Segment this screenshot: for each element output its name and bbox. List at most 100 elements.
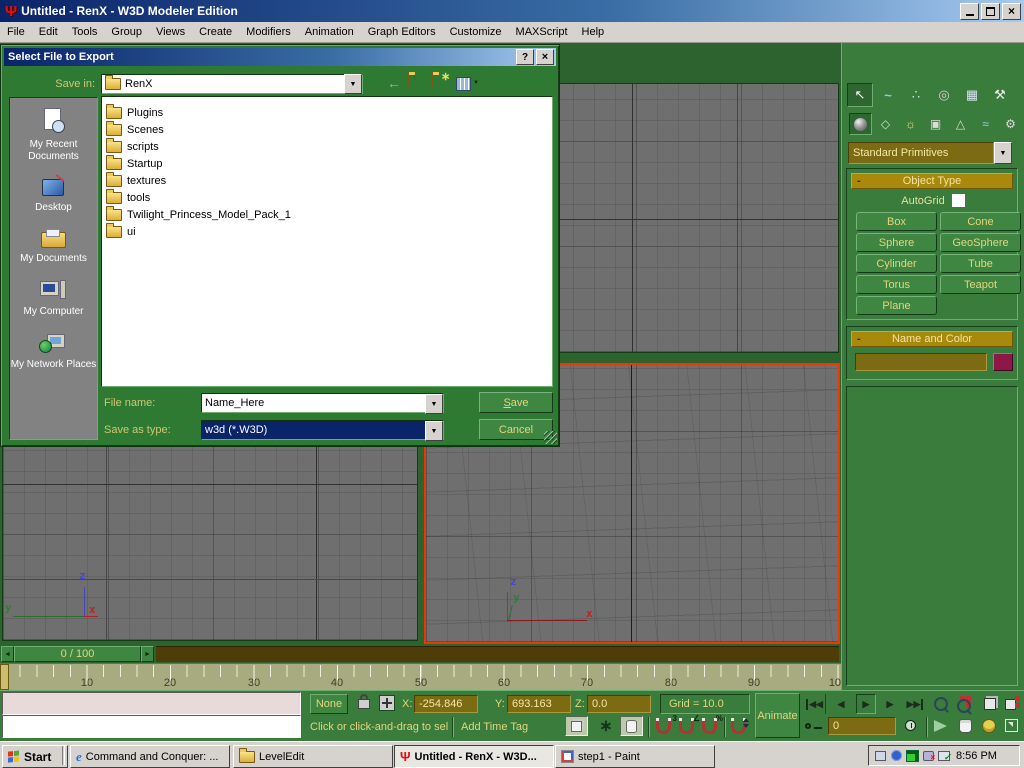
zoom-extents-all-icon[interactable] [1004,695,1023,715]
taskbar-item-ie[interactable]: e Command and Conquer: ... [70,745,230,768]
menu-animation[interactable]: Animation [298,24,361,40]
x-coord-field[interactable]: -254.846 [414,695,478,713]
snap-toggle-3d-icon[interactable]: 3 [655,718,675,736]
tab-display[interactable]: ▦ [959,83,985,107]
z-coord-field[interactable]: 0.0 [587,695,651,713]
zoom-extents-icon[interactable] [981,695,1001,715]
button-torus[interactable]: Torus [856,275,937,294]
primitive-category-arrow[interactable]: ▼ [994,142,1012,164]
file-list[interactable]: Plugins Scenes scripts Startup textures … [101,96,553,387]
file-list-item[interactable]: tools [102,189,552,206]
zoom-all-icon[interactable] [956,695,976,715]
new-folder-button[interactable]: ∗ [432,75,452,91]
time-slider-track[interactable] [156,646,839,662]
updates-icon[interactable]: ✓ [937,749,951,762]
selection-lock-icon[interactable] [356,693,372,713]
category-spacewarps[interactable]: ≈ [974,113,997,135]
object-type-header[interactable]: - Object Type [851,173,1013,189]
maxscript-mini-listener-white[interactable] [2,715,301,738]
menu-maxscript[interactable]: MAXScript [509,24,575,40]
category-shapes[interactable]: ◇ [874,113,897,135]
file-list-item[interactable]: textures [102,172,552,189]
menu-create[interactable]: Create [192,24,239,40]
offline-users-icon[interactable]: × [921,749,935,762]
place-my-network[interactable]: My Network Places [11,332,97,371]
affect-region-icon[interactable]: ∗ [596,716,616,736]
view-menu-button[interactable]: ▼ [456,75,482,91]
back-button[interactable]: ← [385,74,403,92]
network-activity-icon[interactable] [905,749,919,762]
y-coord-field[interactable]: 693.163 [507,695,571,713]
place-my-computer[interactable]: My Computer [23,279,83,318]
save-as-type-combobox[interactable]: w3d (*.W3D) ▼ [201,420,444,440]
pan-hand-icon[interactable] [956,717,976,737]
category-helpers[interactable]: △ [949,113,972,135]
set-key-icon[interactable] [804,717,824,737]
menu-file[interactable]: File [0,24,32,40]
angle-snap-icon[interactable]: ∠ [678,718,698,736]
absolute-mode-icon[interactable] [379,695,395,711]
time-configuration-icon[interactable] [902,717,922,737]
button-geosphere[interactable]: GeoSphere [940,233,1021,252]
save-as-type-dropdown-arrow[interactable]: ▼ [425,421,443,441]
menu-group[interactable]: Group [104,24,149,40]
current-frame-field[interactable]: 0 [828,717,896,735]
tab-hierarchy[interactable]: ∴ [903,83,929,107]
autogrid-checkbox[interactable] [952,194,965,207]
tab-modify[interactable]: ~ [875,83,901,107]
next-frame-button[interactable]: ▶ [880,694,900,714]
restore-button[interactable] [981,3,1000,20]
tab-utilities[interactable]: ⚒ [987,83,1013,107]
primitive-category-dropdown[interactable]: Standard Primitives ▼ [848,142,1012,162]
category-cameras[interactable]: ▣ [924,113,947,135]
taskbar-item-paint[interactable]: step1 - Paint [555,745,715,768]
menu-graph-editors[interactable]: Graph Editors [361,24,443,40]
globe-icon[interactable] [889,749,903,762]
file-name-input[interactable] [202,394,425,412]
go-to-end-button[interactable]: ▶▶ [904,694,926,714]
percent-snap-icon[interactable]: % [701,718,721,736]
minimize-button[interactable] [960,3,979,20]
file-list-item[interactable]: Startup [102,155,552,172]
object-name-field[interactable] [855,353,987,371]
close-button[interactable]: × [1002,3,1021,20]
file-list-item[interactable]: Twilight_Princess_Model_Pack_1 [102,206,552,223]
add-time-tag-button[interactable]: Add Time Tag [461,721,528,733]
cancel-button[interactable]: Cancel [479,419,553,440]
taskbar-item-renx-active[interactable]: Ψ Untitled - RenX - W3D... [394,745,554,768]
button-tube[interactable]: Tube [940,254,1021,273]
menu-edit[interactable]: Edit [32,24,65,40]
time-slider-left-button[interactable]: ◄ [1,646,14,662]
file-list-item[interactable]: scripts [102,138,552,155]
menu-views[interactable]: Views [149,24,192,40]
dialog-resize-grip[interactable] [544,431,557,444]
tab-motion[interactable]: ◎ [931,83,957,107]
file-list-item[interactable]: Scenes [102,121,552,138]
save-in-combobox[interactable]: RenX ▼ [101,74,363,94]
start-button[interactable]: Start [2,745,68,768]
button-cylinder[interactable]: Cylinder [856,254,937,273]
time-slider-right-button[interactable]: ► [141,646,154,662]
menu-tools[interactable]: Tools [65,24,105,40]
dialog-close-button[interactable]: × [536,49,554,65]
time-slider-handle[interactable]: 0 / 100 [14,646,141,662]
button-teapot[interactable]: Teapot [940,275,1021,294]
track-bar-frame-handle[interactable] [0,664,9,690]
zoom-tool-icon[interactable] [932,695,952,715]
category-geometry[interactable] [849,113,872,135]
menu-help[interactable]: Help [575,24,612,40]
maxscript-mini-listener-pink[interactable] [2,692,301,715]
button-sphere[interactable]: Sphere [856,233,937,252]
category-lights[interactable]: ☼ [899,113,922,135]
button-plane[interactable]: Plane [856,296,937,315]
animate-button[interactable]: Animate [755,693,800,738]
up-one-level-button[interactable]: ↑ [408,75,428,91]
category-systems[interactable]: ⚙ [999,113,1022,135]
menu-customize[interactable]: Customize [443,24,509,40]
name-color-header[interactable]: - Name and Color [851,331,1013,347]
save-in-dropdown-arrow[interactable]: ▼ [344,74,362,94]
button-cone[interactable]: Cone [940,212,1021,231]
tab-create[interactable]: ↖ [847,83,873,107]
play-button[interactable]: ▶ [856,694,876,714]
menu-modifiers[interactable]: Modifiers [239,24,298,40]
